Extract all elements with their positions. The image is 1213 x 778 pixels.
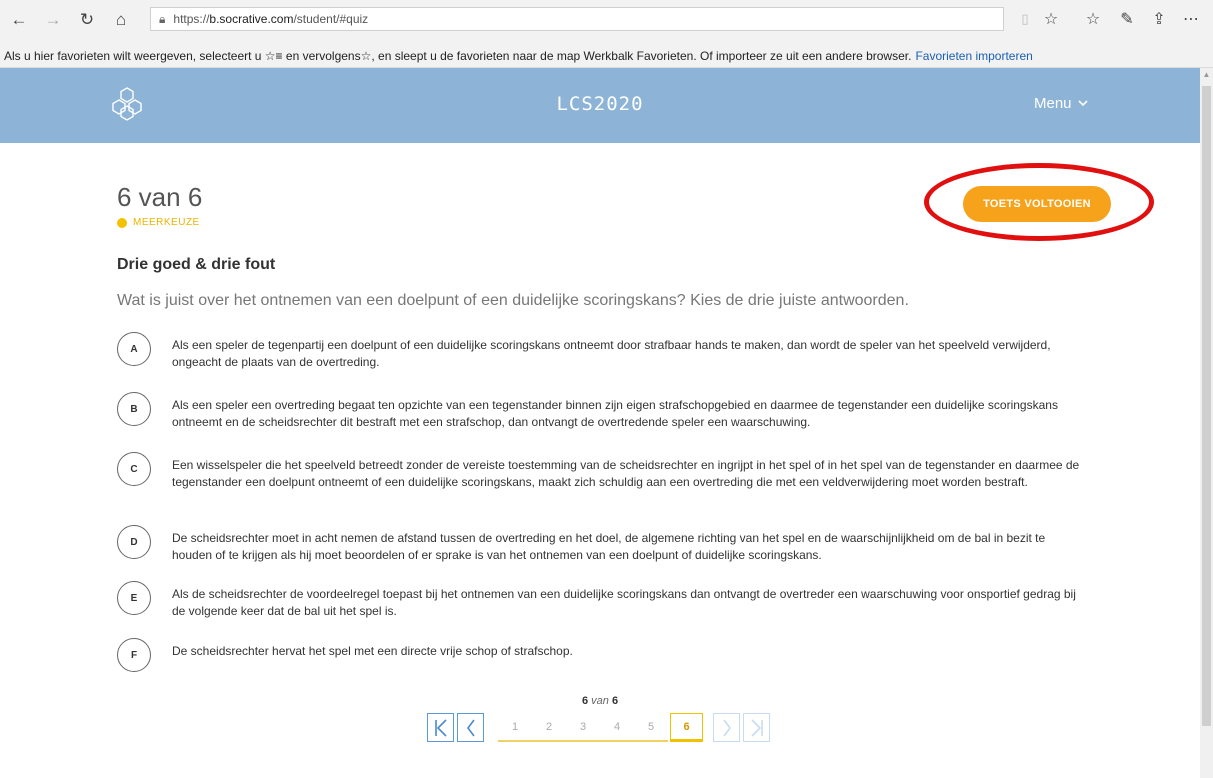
forward-arrow-icon[interactable]: → bbox=[42, 9, 64, 31]
answer-text: De scheidsrechter moet in acht nemen de … bbox=[172, 531, 1046, 562]
answer-text: Een wisselspeler die het speelveld betre… bbox=[172, 458, 1080, 489]
answer-option-a[interactable]: A Als een speler de tegenpartij een doel… bbox=[117, 332, 1097, 371]
page-number-3[interactable]: 3 bbox=[566, 713, 600, 742]
page-number-5[interactable]: 5 bbox=[634, 713, 668, 742]
first-page-icon bbox=[434, 718, 447, 737]
lock-icon: 🔒︎ bbox=[159, 11, 166, 26]
page-content: LCS2020 Menu 6 van 6 MEERKEUZE TOETS VOL… bbox=[0, 68, 1200, 778]
answer-letter[interactable]: B bbox=[117, 392, 151, 426]
question-prompt: Wat is juist over het ontnemen van een d… bbox=[117, 292, 909, 309]
address-bar[interactable]: 🔒︎ https:// b.socrative.com /student/#qu… bbox=[150, 7, 1004, 31]
chevron-right-icon bbox=[722, 719, 731, 736]
answer-letter[interactable]: C bbox=[117, 452, 151, 486]
page-number-2[interactable]: 2 bbox=[532, 713, 566, 742]
answer-option-d[interactable]: D De scheidsrechter moet in acht nemen d… bbox=[117, 525, 1097, 564]
next-page-button[interactable] bbox=[713, 713, 740, 742]
chevron-down-icon bbox=[1077, 100, 1088, 107]
share-icon[interactable]: ⇪ bbox=[1148, 8, 1170, 30]
url-path: /student/#quiz bbox=[293, 12, 369, 26]
pagination: 1 2 3 4 5 6 bbox=[427, 713, 770, 742]
page-number-4[interactable]: 4 bbox=[600, 713, 634, 742]
page-number-1[interactable]: 1 bbox=[498, 713, 532, 742]
chevron-left-icon bbox=[466, 719, 475, 736]
answer-letter[interactable]: F bbox=[117, 638, 151, 672]
app-header: LCS2020 Menu bbox=[0, 68, 1200, 143]
first-page-button[interactable] bbox=[427, 713, 454, 742]
answer-text: Als een speler de tegenpartij een doelpu… bbox=[172, 338, 1051, 369]
page-number-6[interactable]: 6 bbox=[670, 713, 703, 742]
answer-option-c[interactable]: C Een wisselspeler die het speelveld bet… bbox=[117, 452, 1097, 491]
favorites-hub-icon[interactable]: ☆ bbox=[1082, 8, 1104, 30]
last-page-button[interactable] bbox=[743, 713, 770, 742]
back-arrow-icon[interactable]: ← bbox=[8, 9, 30, 31]
answer-option-f[interactable]: F De scheidsrechter hervat het spel met … bbox=[117, 638, 1097, 672]
pagination-of-word: van bbox=[591, 695, 609, 707]
scroll-up-icon[interactable]: ▲ bbox=[1200, 70, 1213, 80]
pagination-current: 6 bbox=[581, 695, 589, 707]
red-annotation-circle bbox=[924, 163, 1154, 241]
pen-icon[interactable]: ✎ bbox=[1116, 8, 1138, 30]
vertical-scrollbar[interactable]: ▲ bbox=[1200, 68, 1213, 778]
more-icon[interactable]: ⋯ bbox=[1180, 8, 1202, 30]
menu-button[interactable]: Menu bbox=[1034, 95, 1088, 112]
import-favorites-link[interactable]: Favorieten importeren bbox=[915, 49, 1032, 63]
question-title: Drie goed & drie fout bbox=[117, 256, 276, 273]
answer-text: Als de scheidsrechter de voordeelregel t… bbox=[172, 587, 1076, 618]
answer-letter[interactable]: A bbox=[117, 332, 151, 366]
question-type-dot-icon bbox=[117, 217, 127, 228]
question-type: MEERKEUZE bbox=[117, 217, 200, 228]
favorite-star-icon[interactable]: ☆ bbox=[1040, 8, 1062, 30]
reading-view-icon[interactable]: ▯ bbox=[1014, 8, 1036, 30]
answer-letter[interactable]: D bbox=[117, 525, 151, 559]
favbar-text: Als u hier favorieten wilt weergeven, se… bbox=[4, 48, 912, 63]
answer-letter[interactable]: E bbox=[117, 581, 151, 615]
url-prefix: https:// bbox=[173, 12, 210, 26]
browser-toolbar: ← → ↻ ⌂ 🔒︎ https:// b.socrative.com /stu… bbox=[0, 0, 1213, 44]
answer-option-e[interactable]: E Als de scheidsrechter de voordeelregel… bbox=[117, 581, 1097, 620]
refresh-icon[interactable]: ↻ bbox=[76, 9, 98, 31]
menu-label: Menu bbox=[1034, 95, 1072, 112]
answer-text: Als een speler een overtreding begaat te… bbox=[172, 398, 1058, 429]
url-host: b.socrative.com bbox=[209, 12, 294, 26]
question-type-label: MEERKEUZE bbox=[133, 217, 200, 228]
answer-text: De scheidsrechter hervat het spel met ee… bbox=[172, 644, 573, 658]
last-page-icon bbox=[750, 718, 763, 737]
answer-option-b[interactable]: B Als een speler een overtreding begaat … bbox=[117, 392, 1097, 431]
favorites-bar: Als u hier favorieten wilt weergeven, se… bbox=[0, 44, 1213, 68]
scroll-thumb[interactable] bbox=[1202, 86, 1211, 726]
previous-page-button[interactable] bbox=[457, 713, 484, 742]
pagination-label: 6 van 6 bbox=[0, 695, 1200, 707]
room-name: LCS2020 bbox=[556, 93, 644, 115]
pagination-total: 6 bbox=[611, 695, 619, 707]
question-counter: 6 van 6 bbox=[117, 182, 203, 212]
home-icon[interactable]: ⌂ bbox=[110, 9, 132, 31]
